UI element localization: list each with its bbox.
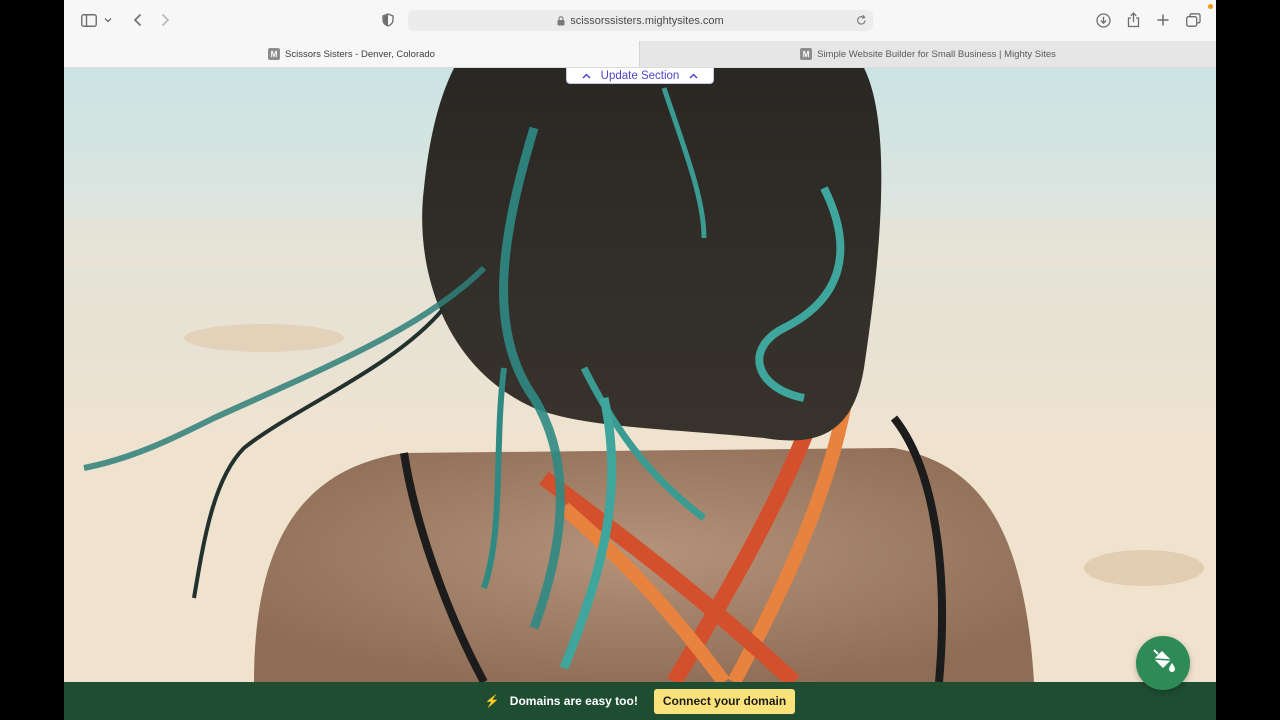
tab-strip: M Scissors Sisters - Denver, Colorado M … — [64, 40, 1216, 68]
share-icon[interactable] — [1125, 10, 1141, 30]
reload-icon[interactable] — [856, 14, 867, 29]
connect-domain-button[interactable]: Connect your domain — [653, 688, 796, 714]
favicon-icon: M — [800, 48, 813, 60]
chevron-up-icon — [689, 72, 698, 79]
favicon-icon: M — [268, 48, 281, 60]
banner-text: Domains are easy too! — [509, 694, 638, 708]
privacy-shield-icon[interactable] — [380, 10, 396, 30]
hero-image — [64, 68, 1216, 682]
chevron-down-icon[interactable] — [103, 10, 113, 30]
sidebar-icon[interactable] — [80, 10, 98, 30]
paint-bucket-icon — [1149, 648, 1177, 679]
tab-scissors-sisters[interactable]: M Scissors Sisters - Denver, Colorado — [64, 41, 639, 67]
recording-indicator — [1208, 4, 1213, 9]
tab-label: Simple Website Builder for Small Busines… — [817, 48, 1056, 60]
url-text: scissorssisters.mightysites.com — [570, 14, 724, 27]
chevron-up-icon — [582, 72, 591, 79]
address-bar[interactable]: scissorssisters.mightysites.com — [408, 10, 873, 31]
domain-promo-banner: ⚡ Domains are easy too! Connect your dom… — [64, 682, 1216, 720]
lightning-bolt-icon: ⚡ — [484, 694, 500, 708]
back-icon[interactable] — [130, 10, 144, 30]
theme-paint-button[interactable] — [1136, 636, 1190, 690]
update-section-button[interactable]: Update Section — [566, 68, 714, 84]
tab-label: Scissors Sisters - Denver, Colorado — [285, 48, 435, 60]
forward-icon[interactable] — [158, 10, 172, 30]
new-tab-icon[interactable] — [1155, 10, 1171, 30]
update-section-label: Update Section — [600, 69, 680, 82]
tab-overview-icon[interactable] — [1185, 10, 1201, 30]
browser-toolbar: scissorssisters.mightysites.com — [64, 0, 1216, 40]
lock-icon — [557, 15, 565, 26]
browser-window: scissorssisters.mightysites.com M Scisso… — [64, 0, 1216, 720]
tab-mighty-sites[interactable]: M Simple Website Builder for Small Busin… — [639, 41, 1216, 67]
download-icon[interactable] — [1095, 10, 1111, 30]
